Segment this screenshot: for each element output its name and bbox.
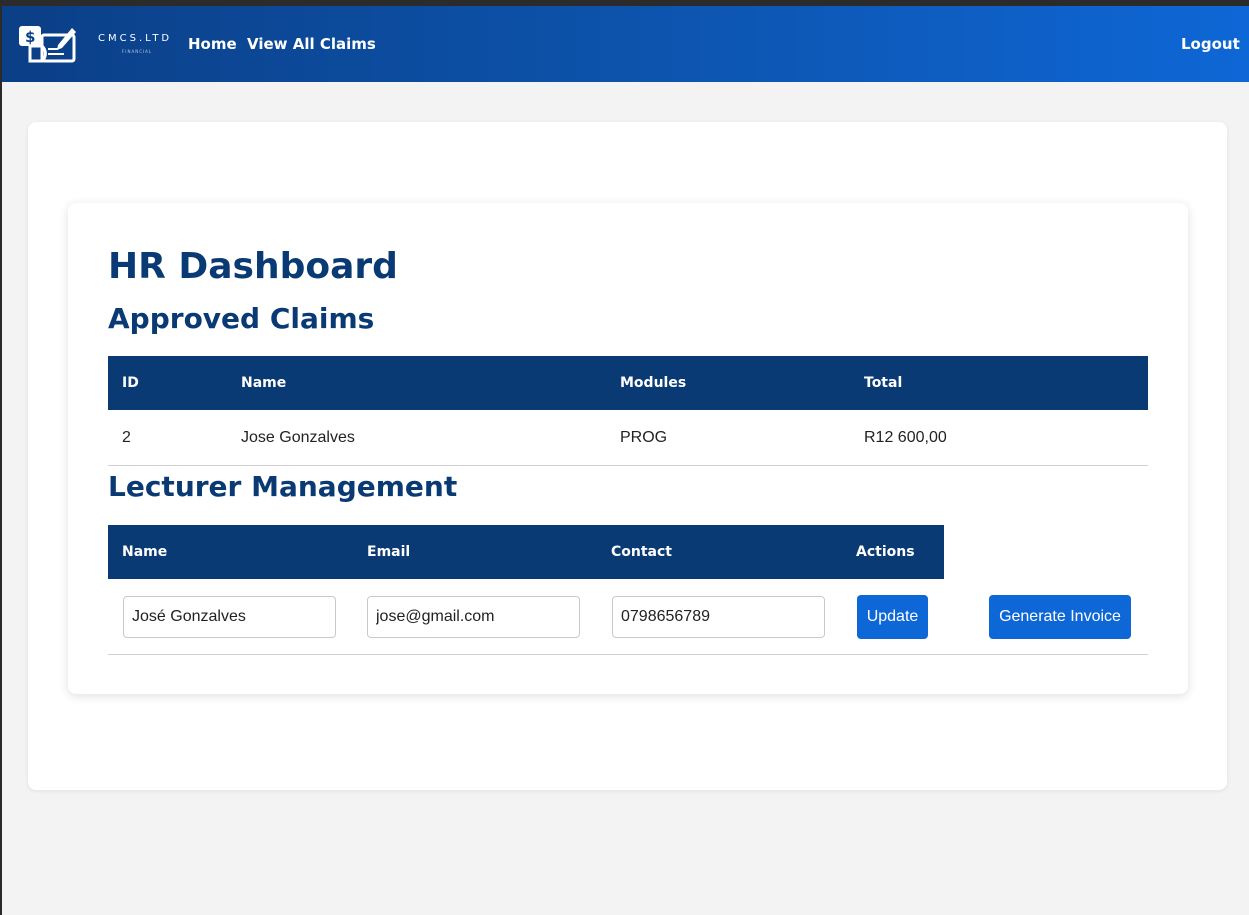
column-header-actions: Actions [856,544,915,560]
claim-total: R12 600,00 [864,429,947,446]
invoice-logo-icon: $ [19,26,76,63]
lecturer-management-heading: Lecturer Management [108,470,458,503]
page-title: HR Dashboard [108,246,398,287]
column-header-email: Email [367,544,411,560]
navbar: $ CMCS.LTD FINANCIAL Home View All Claim… [2,6,1249,82]
column-header-id: ID [122,375,139,391]
column-header-modules: Modules [620,375,687,391]
window-left-edge [0,6,2,915]
claim-modules: PROG [620,429,668,446]
column-header-total: Total [864,375,903,391]
row-divider [108,654,1148,655]
generate-invoice-button[interactable]: Generate Invoice [989,595,1131,639]
column-header-name: Name [122,544,168,560]
logout-link[interactable]: Logout [1181,35,1240,53]
update-button[interactable]: Update [857,595,928,639]
logo-text: CMCS.LTD [98,33,173,44]
lecturer-table-header: Name Email Contact Actions [108,525,944,579]
svg-text:$: $ [25,28,35,46]
lecturer-email-input[interactable] [367,596,580,638]
nav-link-view-all-claims[interactable]: View All Claims [247,35,376,53]
lecturer-contact-input[interactable] [612,596,825,638]
claim-name: Jose Gonzalves [241,429,355,446]
nav-link-home[interactable]: Home [188,35,237,53]
logo-subtext: FINANCIAL [122,49,153,54]
claim-id: 2 [122,429,131,446]
approved-claims-heading: Approved Claims [108,302,375,335]
cmcs-logo[interactable]: $ CMCS.LTD FINANCIAL [18,23,169,67]
row-divider [108,465,1148,466]
lecturer-name-input[interactable] [123,596,336,638]
column-header-name: Name [241,375,287,391]
column-header-contact: Contact [611,544,672,560]
approved-claims-table-header: ID Name Modules Total [108,356,1148,410]
